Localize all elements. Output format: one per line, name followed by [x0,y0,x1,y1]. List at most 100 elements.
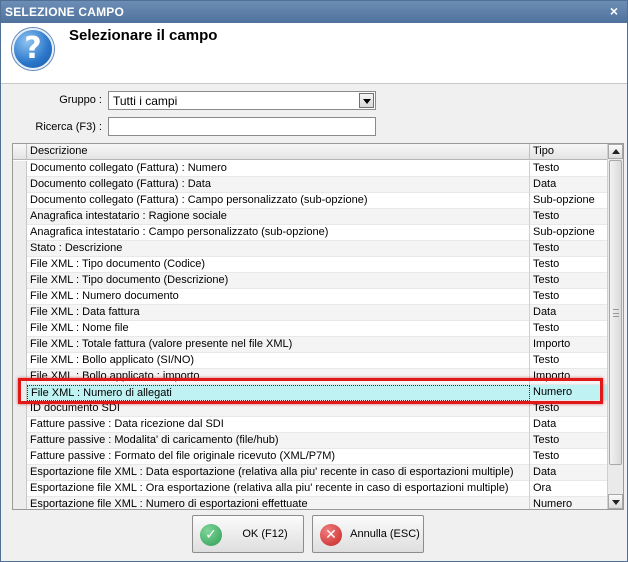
table-row[interactable]: Esportazione file XML : Data esportazion… [13,465,607,481]
row-indicator [13,225,27,241]
cell-tipo: Numero [533,386,573,398]
header-indicator [13,144,27,160]
cell-descrizione: Anagrafica intestatario : Ragione social… [27,209,530,225]
cell-descrizione: File XML : Numero di allegati [27,385,530,401]
row-indicator [13,465,27,481]
window-title: SELEZIONE CAMPO [5,5,125,19]
cell-descrizione: File XML : Bollo applicato (SI/NO) [27,353,530,369]
table-row[interactable]: Esportazione file XML : Numero di esport… [13,497,607,510]
table-body: Documento collegato (Fattura) : Numero Te… [13,161,607,510]
selezione-campo-dialog: SELEZIONE CAMPO × ? Selezionare il campo… [0,0,628,562]
table-row[interactable]: Fatture passive : Modalita' di caricamen… [13,433,607,449]
cancel-x-icon: ✕ [320,524,342,546]
cell-descrizione: Documento collegato (Fattura) : Campo pe… [27,193,530,209]
ok-button-label: OK (F12) [242,528,288,540]
row-indicator [13,305,27,321]
table-row[interactable]: File XML : Numero di allegati Numero [13,385,607,401]
cell-descrizione: Stato : Descrizione [27,241,530,257]
cell-tipo: Data [533,306,557,318]
chevron-down-icon[interactable] [359,93,374,108]
cell-tipo: Sub-opzione [533,194,595,206]
table-row[interactable]: Fatture passive : Data ricezione dal SDI… [13,417,607,433]
cell-descrizione: File XML : Totale fattura (valore presen… [27,337,530,353]
row-indicator [13,177,27,193]
cell-tipo: Testo [533,258,560,270]
table-row[interactable]: File XML : Numero documento Testo [13,289,607,305]
cell-tipo: Ora [533,482,552,494]
scroll-down-icon[interactable] [608,494,623,509]
cell-descrizione: File XML : Tipo documento (Codice) [27,257,530,273]
scrollbar-thumb[interactable] [609,160,622,465]
row-indicator [13,385,27,401]
table-row[interactable]: Esportazione file XML : Ora esportazione… [13,481,607,497]
row-indicator [13,321,27,337]
checkmark-icon: ✓ [200,524,222,546]
table-row[interactable]: Documento collegato (Fattura) : Numero Te… [13,161,607,177]
ok-button[interactable]: ✓ OK (F12) [192,515,304,553]
cell-tipo: Testo [533,450,560,462]
table-row[interactable]: File XML : Totale fattura (valore presen… [13,337,607,353]
row-indicator [13,449,27,465]
vertical-scrollbar[interactable] [607,144,623,509]
cell-descrizione: Anagrafica intestatario : Campo personal… [27,225,530,241]
table-row[interactable]: File XML : Tipo documento (Descrizione) T… [13,273,607,289]
table-header: Descrizione Tipo [13,144,607,160]
cell-tipo: Testo [533,242,560,254]
row-indicator [13,161,27,177]
cell-tipo: Testo [533,274,560,286]
row-indicator [13,369,27,385]
cancel-button-label: Annulla (ESC) [350,528,420,540]
table-row[interactable]: File XML : Bollo applicato : importo Impo… [13,369,607,385]
cell-tipo: Data [533,178,557,190]
dialog-header: ? Selezionare il campo [1,23,627,83]
table-row[interactable]: File XML : Data fattura Data [13,305,607,321]
row-indicator [13,401,27,417]
close-icon[interactable]: × [607,4,621,18]
cell-tipo: Importo [533,370,571,382]
page-title: Selezionare il campo [69,27,218,44]
row-indicator [13,337,27,353]
cell-descrizione: Esportazione file XML : Numero di esport… [27,497,530,509]
table-row[interactable]: Anagrafica intestatario : Ragione social… [13,209,607,225]
cell-descrizione: Documento collegato (Fattura) : Numero [27,161,530,177]
table-row[interactable]: File XML : Nome file Testo [13,321,607,337]
cell-tipo: Testo [533,290,560,302]
scroll-up-icon[interactable] [608,144,623,159]
row-indicator [13,417,27,433]
gruppo-select[interactable]: Tutti i campi [108,91,376,110]
ricerca-label: Ricerca (F3) : [35,121,102,133]
cell-tipo: Data [533,418,557,430]
cell-descrizione: Fatture passive : Data ricezione dal SDI [27,417,530,433]
fields-table: Descrizione Tipo Documento collegato (Fa… [12,143,624,510]
table-row[interactable]: Fatture passive : Formato del file origi… [13,449,607,465]
cell-tipo: Testo [533,322,560,334]
row-indicator [13,289,27,305]
table-row[interactable]: Anagrafica intestatario : Campo personal… [13,225,607,241]
row-indicator [13,481,27,497]
row-indicator [13,353,27,369]
table-row[interactable]: File XML : Tipo documento (Codice) Testo [13,257,607,273]
column-header-tipo[interactable]: Tipo [530,144,607,160]
table-row[interactable]: Stato : Descrizione Testo [13,241,607,257]
column-header-descrizione[interactable]: Descrizione [27,144,530,160]
header-divider [1,83,627,84]
row-indicator [13,433,27,449]
search-input[interactable] [108,117,376,136]
table-row[interactable]: Documento collegato (Fattura) : Campo pe… [13,193,607,209]
cell-tipo: Numero [533,498,573,510]
cell-descrizione: File XML : Bollo applicato : importo [27,369,530,385]
cancel-button[interactable]: ✕ Annulla (ESC) [312,515,424,553]
grip-icon [613,309,619,317]
row-indicator [13,257,27,273]
cell-tipo: Testo [533,434,560,446]
table-row[interactable]: Documento collegato (Fattura) : Data Data [13,177,607,193]
table-row[interactable]: File XML : Bollo applicato (SI/NO) Testo [13,353,607,369]
title-bar[interactable]: SELEZIONE CAMPO × [1,1,627,23]
table-row[interactable]: ID documento SDI Testo [13,401,607,417]
row-indicator [13,241,27,257]
cell-descrizione: File XML : Nome file [27,321,530,337]
cell-descrizione: File XML : Data fattura [27,305,530,321]
row-indicator [13,273,27,289]
cell-tipo: Testo [533,402,560,414]
cell-descrizione: File XML : Numero documento [27,289,530,305]
